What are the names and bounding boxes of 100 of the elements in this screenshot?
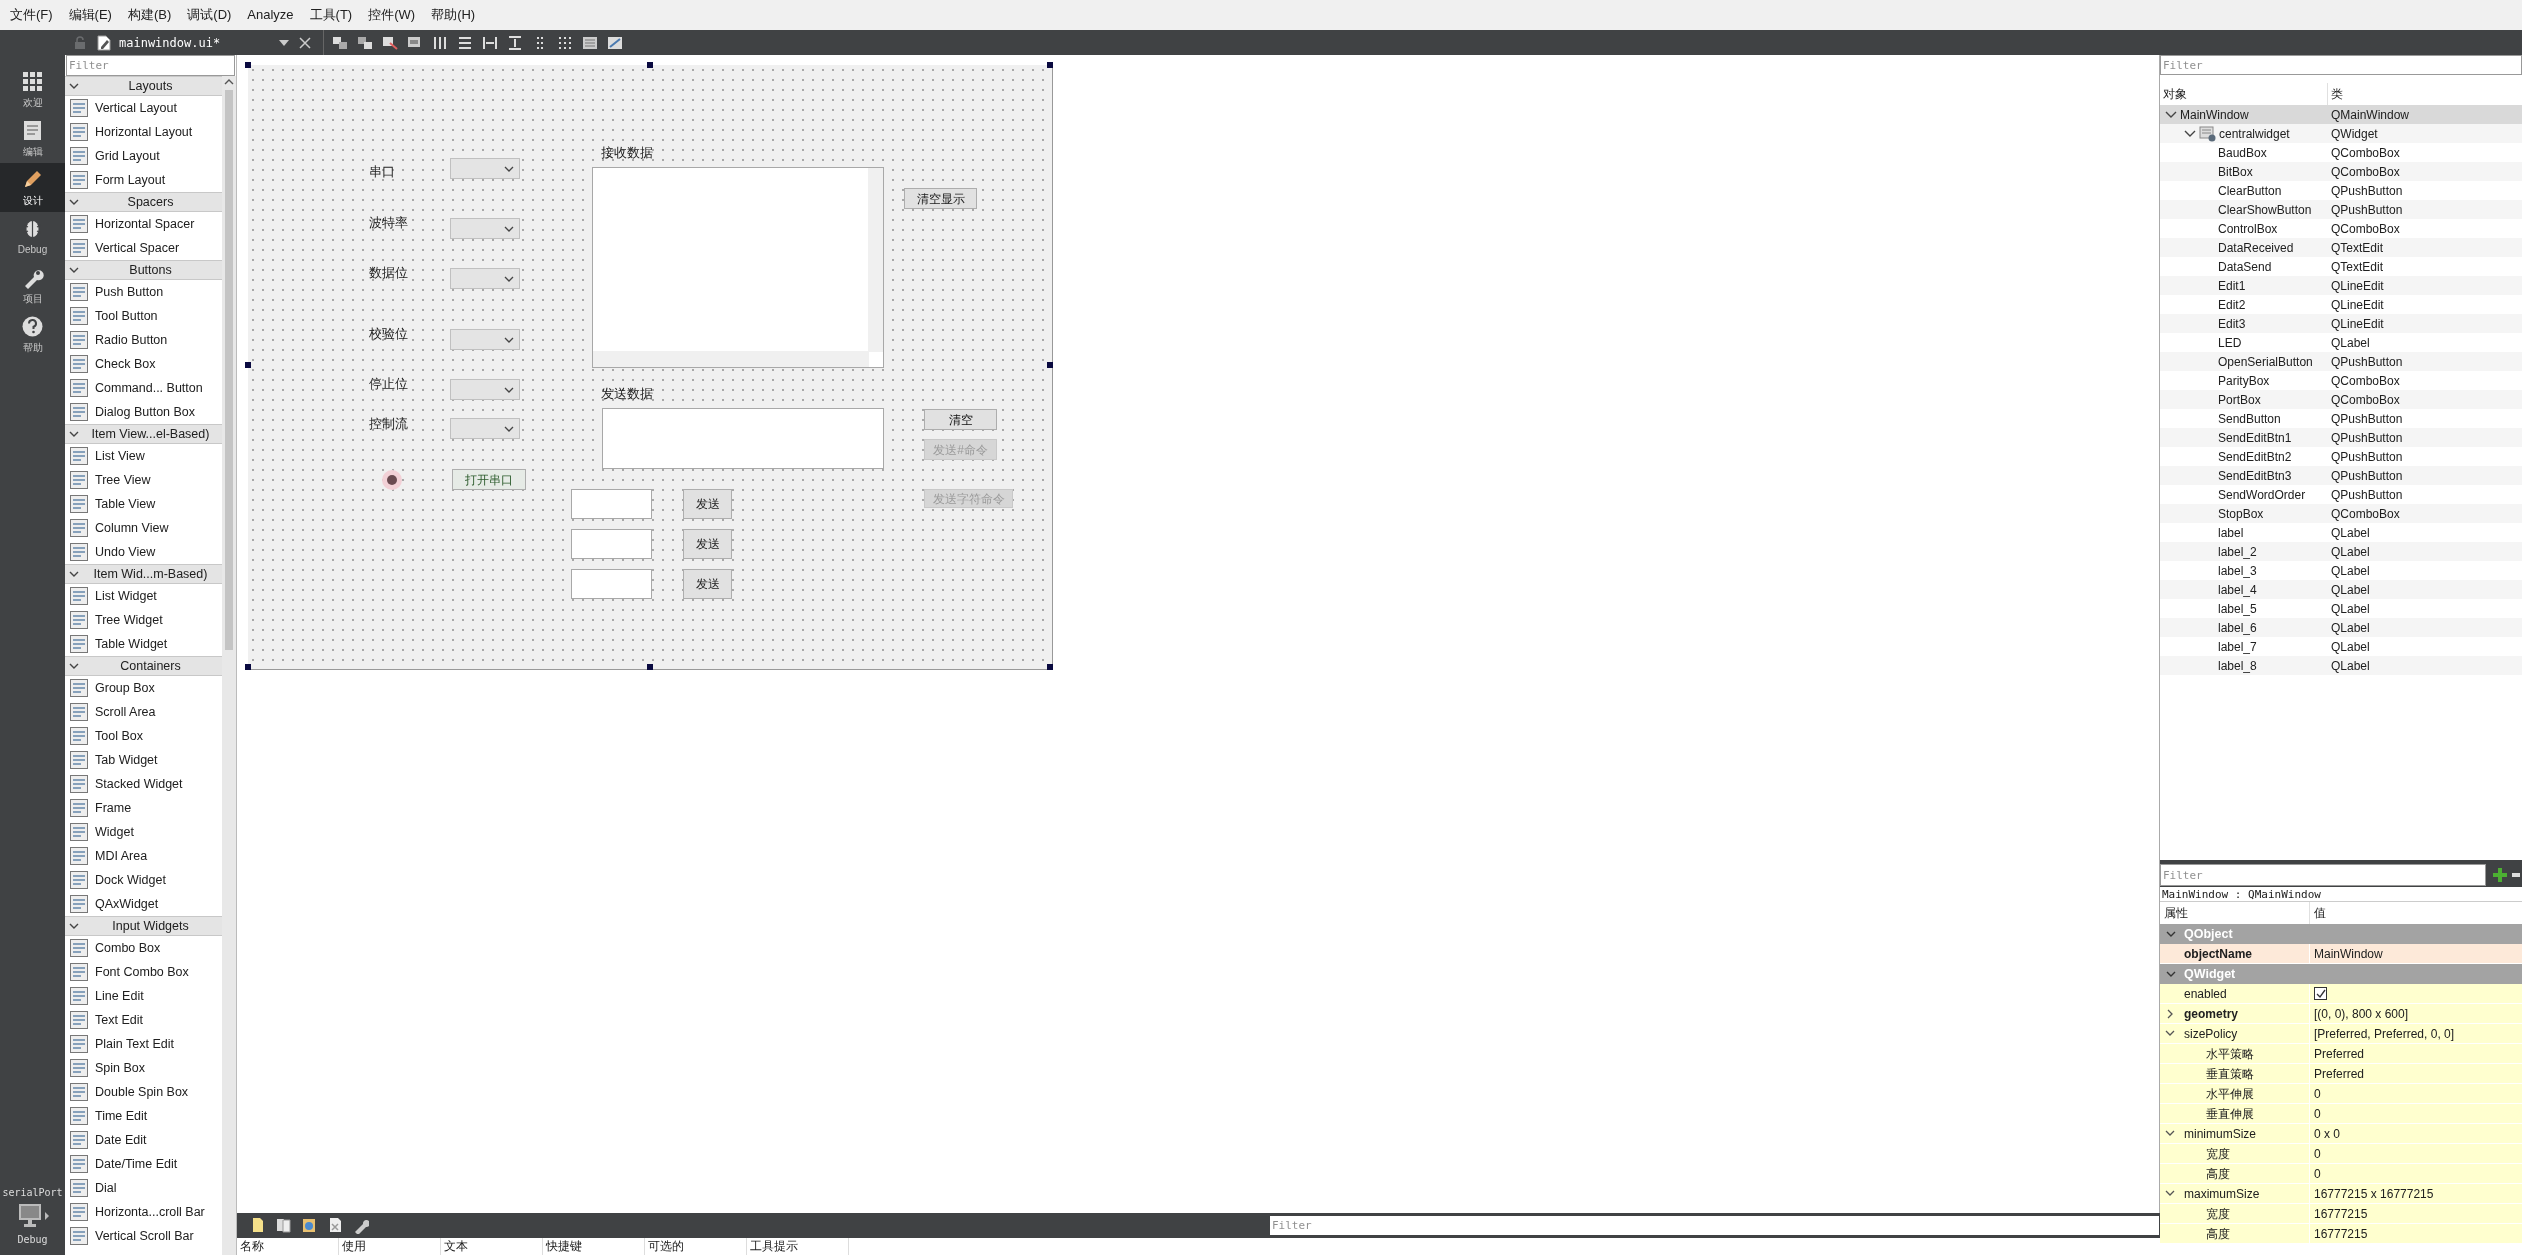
push-button[interactable]: 清空 bbox=[924, 409, 997, 430]
category-header[interactable]: Containers bbox=[65, 656, 222, 676]
widget-item[interactable]: Plain Text Edit bbox=[65, 1032, 222, 1056]
column-header[interactable]: 文本 bbox=[441, 1238, 543, 1255]
category-header[interactable]: Layouts bbox=[65, 76, 222, 96]
widget-item[interactable]: Vertical Spacer bbox=[65, 236, 222, 260]
menu-item[interactable]: 构建(B) bbox=[119, 5, 180, 25]
widget-item[interactable]: Grid Layout bbox=[65, 144, 222, 168]
property-row[interactable]: 高度 0 bbox=[2160, 1164, 2522, 1184]
widget-item[interactable]: Radio Button bbox=[65, 328, 222, 352]
menu-item[interactable]: Analyze bbox=[239, 5, 302, 25]
layout-tool-icon[interactable] bbox=[582, 34, 598, 51]
widget-item[interactable]: Tab Widget bbox=[65, 748, 222, 772]
mode-tab[interactable]: Debug bbox=[0, 212, 65, 261]
tree-row[interactable]: PortBox QComboBox bbox=[2160, 390, 2522, 409]
widget-item[interactable]: Date Edit bbox=[65, 1128, 222, 1152]
widget-item[interactable]: Table View bbox=[65, 492, 222, 516]
property-row[interactable]: 宽度 0 bbox=[2160, 1144, 2522, 1164]
widget-item[interactable]: Spin Box bbox=[65, 1056, 222, 1080]
column-header[interactable]: 值 bbox=[2310, 902, 2522, 924]
tree-row[interactable]: BitBox QComboBox bbox=[2160, 162, 2522, 181]
filter-field[interactable]: Filter bbox=[1270, 1216, 2159, 1235]
column-header[interactable]: 可选的 bbox=[645, 1238, 747, 1255]
chevron-down-icon[interactable] bbox=[2183, 128, 2197, 139]
widget-item[interactable]: Horizontal Layout bbox=[65, 120, 222, 144]
property-row[interactable]: geometry [(0, 0), 800 x 600] bbox=[2160, 1004, 2522, 1024]
resize-handle[interactable] bbox=[1047, 664, 1053, 670]
mode-tab[interactable]: 帮助 bbox=[0, 310, 65, 359]
widget-item[interactable]: List Widget bbox=[65, 584, 222, 608]
layout-tool-icon[interactable] bbox=[432, 34, 448, 51]
file-name[interactable]: mainwindow.ui* bbox=[119, 33, 269, 52]
widget-item[interactable]: Tool Box bbox=[65, 724, 222, 748]
send-button[interactable]: 发送 bbox=[683, 529, 732, 559]
property-row[interactable]: 垂直策略 Preferred bbox=[2160, 1064, 2522, 1084]
send-button[interactable]: 发送 bbox=[683, 569, 732, 599]
widget-item[interactable]: Group Box bbox=[65, 676, 222, 700]
delete-icon[interactable] bbox=[327, 1217, 343, 1234]
property-row[interactable]: 高度 16777215 bbox=[2160, 1224, 2522, 1244]
category-header[interactable]: Spacers bbox=[65, 192, 222, 212]
filter-field[interactable]: Filter bbox=[66, 55, 235, 76]
resize-handle[interactable] bbox=[1047, 62, 1053, 68]
widget-item[interactable]: Date/Time Edit bbox=[65, 1152, 222, 1176]
tree-row[interactable]: SendEditBtn1 QPushButton bbox=[2160, 428, 2522, 447]
layout-tool-icon[interactable] bbox=[357, 34, 373, 51]
menu-item[interactable]: 控件(W) bbox=[360, 5, 424, 25]
tree-row[interactable]: Edit1 QLineEdit bbox=[2160, 276, 2522, 295]
input-field[interactable] bbox=[571, 529, 652, 559]
category-header[interactable]: Item Wid...m-Based) bbox=[65, 564, 222, 584]
widget-item[interactable]: Vertical Scroll Bar bbox=[65, 1224, 222, 1248]
column-header[interactable]: 名称 bbox=[237, 1238, 339, 1255]
scroll-bar[interactable] bbox=[593, 351, 869, 367]
menu-item[interactable]: 工具(T) bbox=[301, 5, 361, 25]
menu-item[interactable]: 帮助(H) bbox=[423, 5, 484, 25]
add-icon[interactable] bbox=[2492, 867, 2508, 883]
resize-handle[interactable] bbox=[245, 62, 251, 68]
category-header[interactable]: Buttons bbox=[65, 260, 222, 280]
column-header[interactable]: 使用 bbox=[339, 1238, 441, 1255]
copy-icon[interactable] bbox=[275, 1217, 291, 1234]
tree-row[interactable]: ClearShowButton QPushButton bbox=[2160, 200, 2522, 219]
close-icon[interactable] bbox=[299, 36, 311, 49]
input-field[interactable] bbox=[571, 489, 652, 519]
tree-row[interactable]: label_8 QLabel bbox=[2160, 656, 2522, 675]
property-row[interactable]: minimumSize 0 x 0 bbox=[2160, 1124, 2522, 1144]
layout-tool-icon[interactable] bbox=[457, 34, 473, 51]
property-row[interactable]: 水平策略 Preferred bbox=[2160, 1044, 2522, 1064]
widget-item[interactable]: Frame bbox=[65, 796, 222, 820]
column-header[interactable]: 类 bbox=[2328, 83, 2522, 105]
input-field[interactable] bbox=[571, 569, 652, 599]
widget-item[interactable]: Time Edit bbox=[65, 1104, 222, 1128]
widget-item[interactable]: Horizonta...croll Bar bbox=[65, 1200, 222, 1224]
category-header[interactable]: Input Widgets bbox=[65, 916, 222, 936]
widget-item[interactable]: Column View bbox=[65, 516, 222, 540]
filter-field[interactable]: Filter bbox=[2160, 55, 2522, 75]
mode-tab[interactable]: 设计 bbox=[0, 163, 65, 212]
widget-item[interactable]: Dialog Button Box bbox=[65, 400, 222, 424]
widget-item[interactable]: Font Combo Box bbox=[65, 960, 222, 984]
mode-tab[interactable]: 编辑 bbox=[0, 114, 65, 163]
widget-item[interactable]: Horizontal Spacer bbox=[65, 212, 222, 236]
widget-item[interactable]: Combo Box bbox=[65, 936, 222, 960]
layout-tool-icon[interactable] bbox=[507, 34, 523, 51]
property-row[interactable]: enabled bbox=[2160, 984, 2522, 1004]
widget-item[interactable]: Tree View bbox=[65, 468, 222, 492]
tree-row[interactable]: label_6 QLabel bbox=[2160, 618, 2522, 637]
widget-item[interactable]: Text Edit bbox=[65, 1008, 222, 1032]
widget-item[interactable]: Vertical Layout bbox=[65, 96, 222, 120]
widget-item[interactable]: QAxWidget bbox=[65, 892, 222, 916]
layout-tool-icon[interactable] bbox=[382, 34, 398, 51]
scroll-bar[interactable] bbox=[222, 76, 236, 1255]
resize-handle[interactable] bbox=[647, 664, 653, 670]
resize-handle[interactable] bbox=[1047, 362, 1053, 368]
tree-row[interactable]: label_2 QLabel bbox=[2160, 542, 2522, 561]
filter-field[interactable]: Filter bbox=[2160, 864, 2486, 886]
build-config[interactable]: Debug bbox=[17, 1232, 48, 1247]
widget-item[interactable]: Line Edit bbox=[65, 984, 222, 1008]
tree-row[interactable]: StopBox QComboBox bbox=[2160, 504, 2522, 523]
tree-row[interactable]: centralwidget QWidget bbox=[2160, 124, 2522, 143]
layout-tool-icon[interactable] bbox=[332, 34, 348, 51]
widget-item[interactable]: List View bbox=[65, 444, 222, 468]
scroll-bar[interactable] bbox=[868, 168, 883, 352]
widget-item[interactable]: Dial bbox=[65, 1176, 222, 1200]
